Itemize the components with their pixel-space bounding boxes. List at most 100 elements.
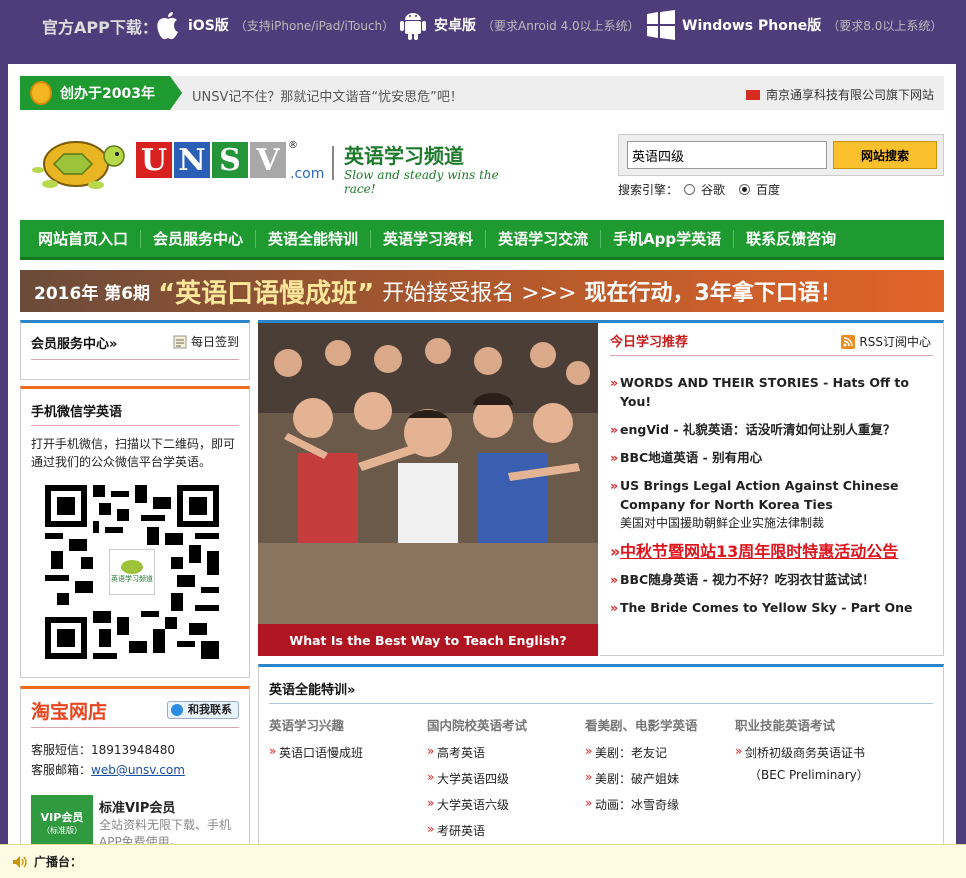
radio-baidu[interactable] xyxy=(739,184,751,195)
app-download-bar: 官方APP下载： iOS版 （支持iPhone/iPad/iTouch） 安卓版… xyxy=(0,0,966,50)
checkin-icon xyxy=(173,335,187,348)
android-download-link[interactable]: 安卓版 （要求Anroid 4.0以上系统） xyxy=(398,8,640,42)
training-link[interactable]: 高考英语 xyxy=(427,744,527,761)
recommend-item[interactable]: BBC地道英语 - 别有用心 xyxy=(610,448,936,467)
vip-title[interactable]: 标准VIP会员 xyxy=(99,797,175,816)
training-link[interactable]: 大学英语六级 xyxy=(427,796,527,813)
search-button[interactable]: 网站搜索 xyxy=(833,141,937,169)
divider xyxy=(610,355,933,356)
ios-note: （支持iPhone/iPad/iTouch） xyxy=(234,18,395,33)
turtle-icon xyxy=(121,560,143,574)
company-link[interactable]: 南京通享科技有限公司旗下网站 xyxy=(745,86,934,103)
search-box: 网站搜索 xyxy=(618,134,944,176)
recommend-item[interactable]: BBC随身英语 - 视力不好？吃羽衣甘蓝试试！ xyxy=(610,570,936,589)
nav-training[interactable]: 英语全能特训 xyxy=(256,229,372,248)
recommend-item-title: US Brings Legal Action Against Chinese C… xyxy=(620,478,899,512)
service-email: 客服邮箱：web@unsv.com xyxy=(31,761,185,778)
member-center-box: 会员服务中心» 每日签到 xyxy=(20,320,250,380)
vip-badge[interactable]: VIP会员 （标准版） xyxy=(31,795,93,847)
recommend-title: 今日学习推荐 xyxy=(610,335,689,350)
column-header: 国内院校英语考试 xyxy=(427,718,528,733)
recommend-item-promo[interactable]: 中秋节暨网站13周年限时特惠活动公告 xyxy=(610,542,936,561)
training-link[interactable]: 剑桥初级商务英语证书 xyxy=(735,744,869,761)
slogan-bar: 创办于2003年 UNSV记不住？那就记中文谐音“忧安思危”吧！ 南京通享科技有… xyxy=(20,76,944,110)
engine-google-label: 谷歌 xyxy=(701,183,726,197)
since-badge: 创办于2003年 xyxy=(20,76,182,110)
divider xyxy=(31,359,239,360)
recommend-item[interactable]: WORDS AND THEIR STORIES - Hats Off to Yo… xyxy=(610,373,936,411)
logo-letter-n: N xyxy=(174,142,210,178)
service-email-link[interactable]: web@unsv.com xyxy=(91,763,185,777)
logo-letter-v: V xyxy=(250,142,286,178)
vip-description: 全站资料无限下载、手机APP免费使用。 xyxy=(99,818,232,847)
apple-icon xyxy=(157,12,178,40)
banner-course-name: “英语口语慢成班” xyxy=(158,278,375,309)
app-download-title: 官方APP下载： xyxy=(42,18,158,37)
column-header: 看美剧、电影学英语 xyxy=(585,718,698,733)
taobao-logo[interactable]: 淘宝网店 xyxy=(31,697,107,724)
windows-icon xyxy=(647,10,675,40)
recommend-item-title: WORDS AND THEIR STORIES - Hats Off to Yo… xyxy=(620,375,909,409)
daily-checkin-link[interactable]: 每日签到 xyxy=(173,333,239,350)
recommend-item[interactable]: US Brings Legal Action Against Chinese C… xyxy=(610,476,936,533)
nav-materials[interactable]: 英语学习资料 xyxy=(371,229,487,248)
vip-badge-sub: （标准版） xyxy=(42,826,82,835)
member-center-title[interactable]: 会员服务中心» xyxy=(31,333,117,352)
nav-exchange[interactable]: 英语学习交流 xyxy=(486,229,602,248)
android-label: 安卓版 xyxy=(434,18,476,34)
nav-mobile-app[interactable]: 手机App学英语 xyxy=(601,229,735,248)
windows-phone-note: （要求8.0以上系统） xyxy=(827,18,943,33)
main-nav: 网站首页入口 会员服务中心 英语全能特训 英语学习资料 英语学习交流 手机App… xyxy=(20,220,944,260)
vip-badge-text: VIP会员 xyxy=(40,811,84,824)
training-link-subtitle: （BEC Preliminary） xyxy=(749,768,869,782)
search-engine-selector: 搜索引擎： 谷歌 百度 xyxy=(618,181,780,198)
daily-checkin-label: 每日签到 xyxy=(190,335,239,349)
logo-divider xyxy=(332,146,334,180)
unsv-wordmark: U N S V xyxy=(136,142,286,178)
nav-home[interactable]: 网站首页入口 xyxy=(26,229,142,248)
recommend-item-title: 中秋节暨网站13周年限时特惠活动公告 xyxy=(620,542,899,561)
medal-icon xyxy=(30,81,52,105)
training-link[interactable]: 英语口语慢成班 xyxy=(269,744,363,761)
banner-mid: 开始接受报名 >>> xyxy=(382,281,577,306)
recommend-item-title: BBC随身英语 - 视力不好？吃羽衣甘蓝试试！ xyxy=(620,572,875,587)
training-title[interactable]: 英语全能特训» xyxy=(269,679,355,698)
service-email-label: 客服邮箱： xyxy=(31,763,92,777)
site-logo[interactable]: U N S V ® .com 英语学习频道 Slow and steady wi… xyxy=(30,132,510,196)
channel-title: 英语学习频道 xyxy=(344,144,464,168)
wechat-box: 手机微信学英语 打开手机微信，扫描以下二维码，即可通过我们的公众微信平台学英语。… xyxy=(20,386,250,678)
wechat-description: 打开手机微信，扫描以下二维码，即可通过我们的公众微信平台学英语。 xyxy=(31,437,236,469)
training-link[interactable]: 美剧：老友记 xyxy=(585,744,698,761)
recommend-item[interactable]: The Bride Comes to Yellow Sky - Part One xyxy=(610,598,936,617)
engine-baidu-label: 百度 xyxy=(756,183,781,197)
divider xyxy=(31,425,239,426)
radio-google[interactable] xyxy=(684,184,696,195)
broadcast-bar: 广播台： xyxy=(0,844,966,878)
slogan-text: UNSV记不住？那就记中文谐音“忧安思危”吧！ xyxy=(192,90,463,105)
divider xyxy=(31,727,239,728)
training-column-career: 职业技能英语考试 剑桥初级商务英语证书 （BEC Preliminary） xyxy=(735,715,869,783)
promo-banner[interactable]: 2016年 第6期 “英语口语慢成班” 开始接受报名 >>> 现在行动，3年拿下… xyxy=(20,270,944,312)
recommend-item[interactable]: engVid - 礼貌英语：话没听清如何让别人重复？ xyxy=(610,420,936,439)
training-link[interactable]: 美剧：破产姐妹 xyxy=(585,770,698,787)
android-note: （要求Anroid 4.0以上系统） xyxy=(482,18,640,33)
qr-center-logo: 英语学习频道 xyxy=(109,549,155,595)
training-column-exams: 国内院校英语考试 高考英语 大学英语四级 大学英语六级 考研英语 xyxy=(427,715,527,848)
windows-phone-download-link[interactable]: Windows Phone版 （要求8.0以上系统） xyxy=(646,8,942,42)
training-link[interactable]: 大学英语四级 xyxy=(427,770,527,787)
recommend-item-title: BBC地道英语 - 别有用心 xyxy=(620,450,763,465)
search-input[interactable] xyxy=(627,141,827,169)
ios-download-link[interactable]: iOS版 （支持iPhone/iPad/iTouch） xyxy=(154,8,394,42)
nav-member-center[interactable]: 会员服务中心 xyxy=(141,229,257,248)
photo-caption[interactable]: What Is the Best Way to Teach English? xyxy=(258,624,598,656)
nav-contact[interactable]: 联系反馈咨询 xyxy=(734,230,848,248)
feature-photo[interactable]: What Is the Best Way to Teach English? xyxy=(258,320,600,656)
rss-link[interactable]: RSS订阅中心 xyxy=(841,333,931,350)
qr-logo-text: 英语学习频道 xyxy=(111,575,153,583)
training-link[interactable]: 考研英语 xyxy=(427,822,527,839)
since-text: 创办于2003年 xyxy=(60,86,155,102)
contact-me-button[interactable]: 和我联系 xyxy=(167,701,239,719)
recommend-item-subtitle: 美国对中国援助朝鲜企业实施法律制裁 xyxy=(620,516,825,530)
training-link[interactable]: 动画：冰雪奇缘 xyxy=(585,796,698,813)
company-text: 南京通享科技有限公司旗下网站 xyxy=(765,88,934,102)
